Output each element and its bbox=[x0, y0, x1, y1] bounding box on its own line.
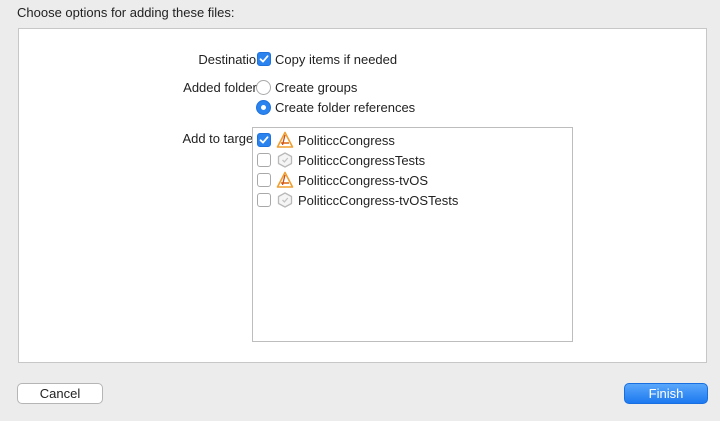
dialog-title: Choose options for adding these files: bbox=[17, 5, 235, 20]
add-to-targets-label: Add to targets: bbox=[182, 131, 267, 146]
options-panel: Destination: Copy items if needed Added … bbox=[18, 28, 707, 363]
target-checkbox[interactable] bbox=[257, 133, 271, 147]
target-row[interactable]: PoliticcCongress-tvOS bbox=[257, 170, 569, 190]
checkmark-icon bbox=[259, 136, 269, 144]
target-name: PoliticcCongress bbox=[298, 133, 395, 148]
target-checkbox[interactable] bbox=[257, 193, 271, 207]
cancel-button[interactable]: Cancel bbox=[17, 383, 103, 404]
add-files-dialog: Choose options for adding these files: D… bbox=[0, 0, 720, 421]
create-groups-label[interactable]: Create groups bbox=[275, 80, 357, 95]
copy-items-checkbox[interactable] bbox=[257, 52, 271, 66]
added-folders-label: Added folders: bbox=[183, 80, 267, 95]
test-bundle-icon bbox=[277, 152, 293, 168]
create-folder-references-label[interactable]: Create folder references bbox=[275, 100, 415, 115]
destination-label: Destination: bbox=[198, 52, 267, 67]
target-name: PoliticcCongress-tvOSTests bbox=[298, 193, 459, 208]
target-name: PoliticcCongress-tvOS bbox=[298, 173, 429, 188]
create-folder-references-radio[interactable] bbox=[256, 100, 271, 115]
test-bundle-icon bbox=[277, 192, 293, 208]
targets-list[interactable]: PoliticcCongress PoliticcCongressTests P… bbox=[252, 127, 573, 342]
target-row[interactable]: PoliticcCongress-tvOSTests bbox=[257, 190, 569, 210]
target-row[interactable]: PoliticcCongress bbox=[257, 130, 569, 150]
checkmark-icon bbox=[259, 55, 269, 63]
create-groups-radio[interactable] bbox=[256, 80, 271, 95]
target-checkbox[interactable] bbox=[257, 173, 271, 187]
copy-items-label[interactable]: Copy items if needed bbox=[275, 52, 397, 67]
target-row[interactable]: PoliticcCongressTests bbox=[257, 150, 569, 170]
target-checkbox[interactable] bbox=[257, 153, 271, 167]
target-name: PoliticcCongressTests bbox=[298, 153, 426, 168]
app-target-icon bbox=[276, 171, 294, 188]
app-target-icon bbox=[276, 131, 294, 148]
finish-button[interactable]: Finish bbox=[624, 383, 708, 404]
radio-dot-icon bbox=[261, 105, 266, 110]
